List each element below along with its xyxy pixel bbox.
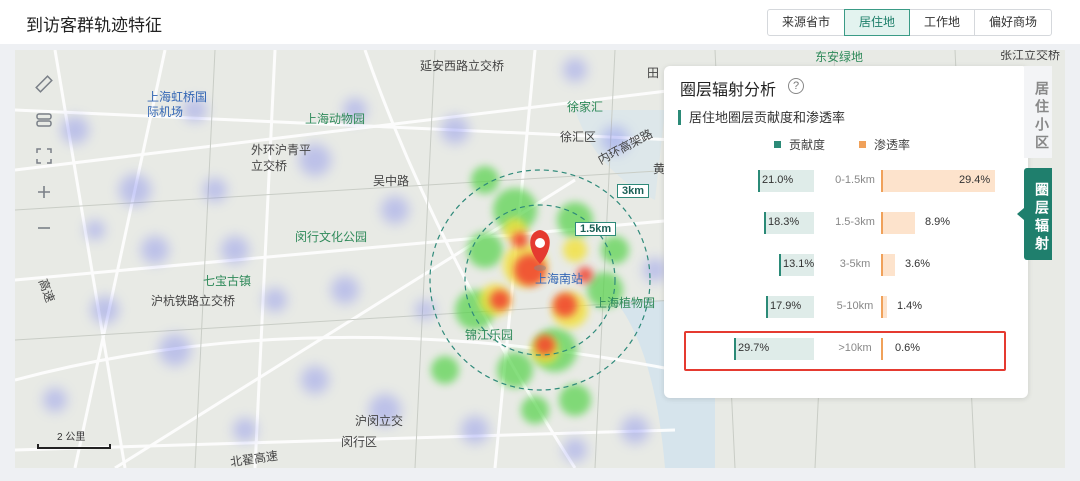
ring-row: 17.9% 5-10km 1.4% — [726, 296, 1026, 320]
layers-icon[interactable] — [29, 102, 59, 138]
penetration-value: 1.4% — [897, 300, 923, 312]
tab-residence[interactable]: 居住地 — [843, 9, 910, 36]
tab-workplace[interactable]: 工作地 — [908, 9, 975, 36]
map-label: 沪杭铁路立交桥 — [151, 294, 236, 308]
map-label: 上海动物园 — [305, 112, 366, 126]
map-label: 延安西路立交桥 — [420, 59, 505, 73]
scale-bar — [37, 444, 111, 449]
legend-penetration: 渗透率 — [859, 136, 910, 153]
view-tabs: 来源省市 居住地 工作地 偏好商场 — [766, 9, 1052, 36]
range-label: 1.5-3km — [835, 216, 875, 228]
side-tab-ring-radiation[interactable]: 圈层辐射 — [1024, 168, 1052, 260]
highlight-box — [684, 331, 1006, 371]
zoom-out-icon[interactable] — [29, 210, 59, 246]
ring-row: 13.1% 3-5km 3.6% — [726, 254, 1026, 278]
map-label: 闵行区 — [341, 435, 378, 449]
penetration-value: 29.4% — [959, 174, 991, 186]
fullscreen-icon[interactable] — [29, 138, 59, 174]
map-label: 上海植物园 — [595, 296, 656, 310]
penetration-bar — [881, 212, 915, 234]
panel-title: 圈层辐射分析 — [680, 82, 777, 99]
legend-contribution: 贡献度 — [774, 136, 825, 153]
legend-swatch — [774, 141, 781, 148]
map-label: 七宝古镇 — [203, 274, 252, 288]
map-label: 外环沪青平立交桥 — [251, 143, 312, 173]
map-label: 吴中路 — [373, 174, 410, 188]
scale-label: 2 公里 — [57, 432, 86, 443]
map-scale: 2 公里 — [37, 428, 111, 449]
map-label: 上海南站 — [535, 272, 584, 286]
ring-row: 21.0% 0-1.5km 29.4% — [726, 170, 1026, 194]
penetration-value: 3.6% — [905, 258, 931, 270]
header-bar: 到访客群轨迹特征 来源省市 居住地 工作地 偏好商场 — [0, 0, 1080, 44]
page-title: 到访客群轨迹特征 — [26, 16, 162, 35]
map-label: 张江立交桥 — [1000, 50, 1061, 62]
side-tab-arrow — [1017, 208, 1024, 220]
contribution-value: 13.1% — [783, 258, 815, 270]
tab-source-province[interactable]: 来源省市 — [766, 9, 845, 36]
map-label: 田 — [647, 66, 660, 80]
panel-subtitle: 居住地圈层贡献度和渗透率 — [678, 110, 845, 125]
range-label: 3-5km — [839, 258, 871, 270]
legend-label: 贡献度 — [789, 138, 826, 152]
ring-label-1-5km: 1.5km — [575, 222, 617, 236]
contribution-value: 17.9% — [770, 300, 802, 312]
map-label: 沪闵立交 — [355, 414, 404, 428]
range-label: 0-1.5km — [835, 174, 875, 186]
legend-label: 渗透率 — [874, 138, 911, 152]
map-label: 上海虹桥国际机场 — [147, 90, 208, 119]
legend: 贡献度 渗透率 — [774, 136, 944, 153]
contribution-value: 21.0% — [762, 174, 794, 186]
map-label: 东安绿地 — [815, 50, 864, 64]
map-label: 锦江乐园 — [465, 328, 514, 342]
ring-label-3km: 3km — [617, 184, 650, 198]
side-tab-residential-community[interactable]: 居住小区 — [1024, 66, 1052, 158]
map-label: 徐汇区 — [560, 130, 597, 144]
contribution-value: 18.3% — [768, 216, 800, 228]
range-label: 5-10km — [836, 300, 874, 312]
ring-row: 18.3% 1.5-3km 8.9% — [726, 212, 1026, 236]
ruler-icon[interactable] — [29, 66, 59, 102]
legend-swatch — [859, 141, 867, 148]
penetration-bar — [881, 254, 895, 276]
penetration-value: 8.9% — [925, 216, 951, 228]
map-label: 闵行文化公园 — [295, 230, 368, 244]
tab-preferred-mall[interactable]: 偏好商场 — [973, 9, 1052, 36]
help-icon[interactable]: ? — [788, 78, 804, 94]
map-label: 徐家汇 — [567, 100, 604, 114]
zoom-in-icon[interactable] — [29, 174, 59, 210]
penetration-bar — [881, 296, 887, 318]
map-toolbar — [29, 66, 59, 246]
